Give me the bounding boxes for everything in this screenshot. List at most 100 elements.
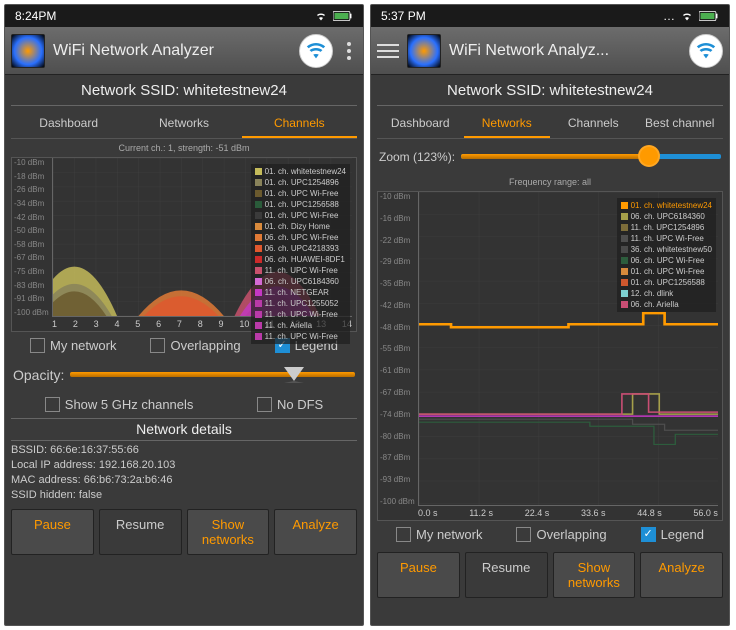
wifi-icon [680, 10, 694, 22]
no-dfs-checkbox[interactable]: No DFS [257, 397, 323, 412]
tab-dashboard[interactable]: Dashboard [11, 110, 126, 138]
tab-networks[interactable]: Networks [126, 110, 241, 138]
show-networks-button[interactable]: Show networks [187, 509, 270, 555]
channel-spectrum-chart: -10 dBm-18 dBm-26 dBm -34 dBm-42 dBm-50 … [11, 157, 357, 332]
phone-left: 8:24PM WiFi Network Analyzer Network SSI… [4, 4, 364, 626]
show-5ghz-checkbox[interactable]: Show 5 GHz channels [45, 397, 194, 412]
tabs: Dashboard Networks Channels [11, 110, 357, 139]
display-options-row: My network Overlapping Legend [377, 523, 723, 546]
zoom-label: Zoom (123%): [379, 150, 455, 164]
signal-time-chart: -10 dBm-16 dBm-22 dBm -29 dBm-35 dBm-42 … [377, 191, 723, 521]
tab-channels[interactable]: Channels [550, 110, 637, 138]
legend-item: 11. ch. UPC Wi-Free [255, 309, 346, 320]
legend-item: 06. ch. UPC6184360 [621, 211, 712, 222]
tab-channels[interactable]: Channels [242, 110, 357, 138]
legend-checkbox[interactable]: Legend [641, 527, 704, 542]
legend-item: 01. ch. UPC Wi-Free [255, 210, 346, 221]
app-header: WiFi Network Analyzer [5, 27, 363, 75]
analyze-button[interactable]: Analyze [274, 509, 357, 555]
app-title: WiFi Network Analyzer [53, 42, 291, 60]
status-icons [314, 10, 353, 22]
legend-item: 01. ch. UPC1256588 [621, 277, 712, 288]
status-icons: … [663, 9, 719, 23]
legend-item: 01. ch. UPC1254896 [255, 177, 346, 188]
opacity-label: Opacity: [13, 367, 64, 383]
statusbar: 5:37 PM … [371, 5, 729, 27]
chart-legend: 01. ch. whitetestnew2406. ch. UPC6184360… [617, 198, 716, 312]
legend-item: 01. ch. UPC Wi-Free [621, 266, 712, 277]
status-time: 8:24PM [15, 9, 56, 23]
battery-icon [333, 10, 353, 22]
tab-networks[interactable]: Networks [464, 110, 551, 138]
legend-item: 11. ch. UPC Wi-Free [255, 331, 346, 342]
bands-options-row: Show 5 GHz channels No DFS [11, 393, 357, 416]
overflow-menu-icon[interactable] [341, 42, 357, 60]
legend-item: 11. ch. UPC Wi-Free [621, 233, 712, 244]
statusbar: 8:24PM [5, 5, 363, 27]
pause-button[interactable]: Pause [377, 552, 460, 598]
divider [11, 105, 357, 106]
tab-best-channel[interactable]: Best channel [637, 110, 724, 138]
app-logo-icon [407, 34, 441, 68]
wifi-badge-button[interactable] [299, 34, 333, 68]
network-details-heading: Network details [11, 418, 357, 441]
status-time: 5:37 PM [381, 9, 426, 23]
legend-item: 06. ch. UPC Wi-Free [621, 255, 712, 266]
current-channel-info: Current ch.: 1, strength: -51 dBm [11, 141, 357, 155]
legend-item: 06. ch. UPC4218393 [255, 243, 346, 254]
legend-item: 01. ch. Dizy Home [255, 221, 346, 232]
opacity-row: Opacity: [11, 359, 357, 391]
tabs: Dashboard Networks Channels Best channel [377, 110, 723, 139]
legend-item: 06. ch. UPC Wi-Free [255, 232, 346, 243]
opacity-slider[interactable] [70, 363, 355, 387]
resume-button[interactable]: Resume [465, 552, 548, 598]
legend-item: 11. ch. UPC1254896 [621, 222, 712, 233]
legend-item: 11. ch. UPC1255052 [255, 298, 346, 309]
wifi-icon [314, 10, 328, 22]
battery-icon [699, 10, 719, 22]
legend-item: 11. ch. UPC Wi-Free [255, 265, 346, 276]
pause-button[interactable]: Pause [11, 509, 94, 555]
my-network-checkbox[interactable]: My network [396, 527, 482, 542]
overlapping-checkbox[interactable]: Overlapping [150, 338, 240, 353]
ssid-heading: Network SSID: whitetestnew24 [377, 79, 723, 101]
frequency-range-info: Frequency range: all [377, 175, 723, 189]
detail-mac: MAC address: 66:b6:73:2a:b6:46 [11, 473, 357, 488]
tab-dashboard[interactable]: Dashboard [377, 110, 464, 138]
legend-item: 06. ch. Ariella [621, 299, 712, 310]
divider [377, 105, 723, 106]
detail-localip: Local IP address: 192.168.20.103 [11, 458, 357, 473]
legend-item: 12. ch. dlink [621, 288, 712, 299]
legend-item: 36. ch. whitetestnew50 [621, 244, 712, 255]
y-axis-ticks: -10 dBm-16 dBm-22 dBm -29 dBm-35 dBm-42 … [380, 192, 415, 506]
legend-item: 01. ch. whitetestnew24 [621, 200, 712, 211]
app-logo-icon [11, 34, 45, 68]
app-title: WiFi Network Analyz... [449, 42, 681, 60]
phone-right: 5:37 PM … WiFi Network Analyz... Network… [370, 4, 730, 626]
action-buttons: Pause Resume Show networks Analyze [11, 505, 357, 555]
x-axis-ticks: 0.0 s11.2 s22.4 s 33.6 s44.8 s56.0 s [418, 508, 718, 520]
detail-bssid: BSSID: 66:6e:16:37:55:66 [11, 443, 357, 458]
y-axis-ticks: -10 dBm-18 dBm-26 dBm -34 dBm-42 dBm-50 … [14, 158, 49, 317]
resume-button[interactable]: Resume [99, 509, 182, 555]
my-network-checkbox[interactable]: My network [30, 338, 116, 353]
action-buttons: Pause Resume Show networks Analyze [377, 548, 723, 598]
legend-item: 06. ch. HUAWEI-8DF1 [255, 254, 346, 265]
legend-item: 11. ch. NETGEAR [255, 287, 346, 298]
chart-legend: 01. ch. whitetestnew2401. ch. UPC1254896… [251, 164, 350, 344]
menu-icon[interactable] [377, 44, 399, 58]
app-header: WiFi Network Analyz... [371, 27, 729, 75]
wifi-badge-button[interactable] [689, 34, 723, 68]
legend-item: 06. ch. UPC6184360 [255, 276, 346, 287]
legend-item: 11. ch. Ariella [255, 320, 346, 331]
zoom-slider[interactable] [461, 145, 721, 169]
overlapping-checkbox[interactable]: Overlapping [516, 527, 606, 542]
show-networks-button[interactable]: Show networks [553, 552, 636, 598]
detail-ssid-hidden: SSID hidden: false [11, 488, 357, 503]
analyze-button[interactable]: Analyze [640, 552, 723, 598]
legend-item: 01. ch. UPC1256588 [255, 199, 346, 210]
legend-item: 01. ch. UPC Wi-Free [255, 188, 346, 199]
zoom-row: Zoom (123%): [377, 141, 723, 173]
legend-item: 01. ch. whitetestnew24 [255, 166, 346, 177]
network-details: Network details BSSID: 66:6e:16:37:55:66… [11, 418, 357, 503]
